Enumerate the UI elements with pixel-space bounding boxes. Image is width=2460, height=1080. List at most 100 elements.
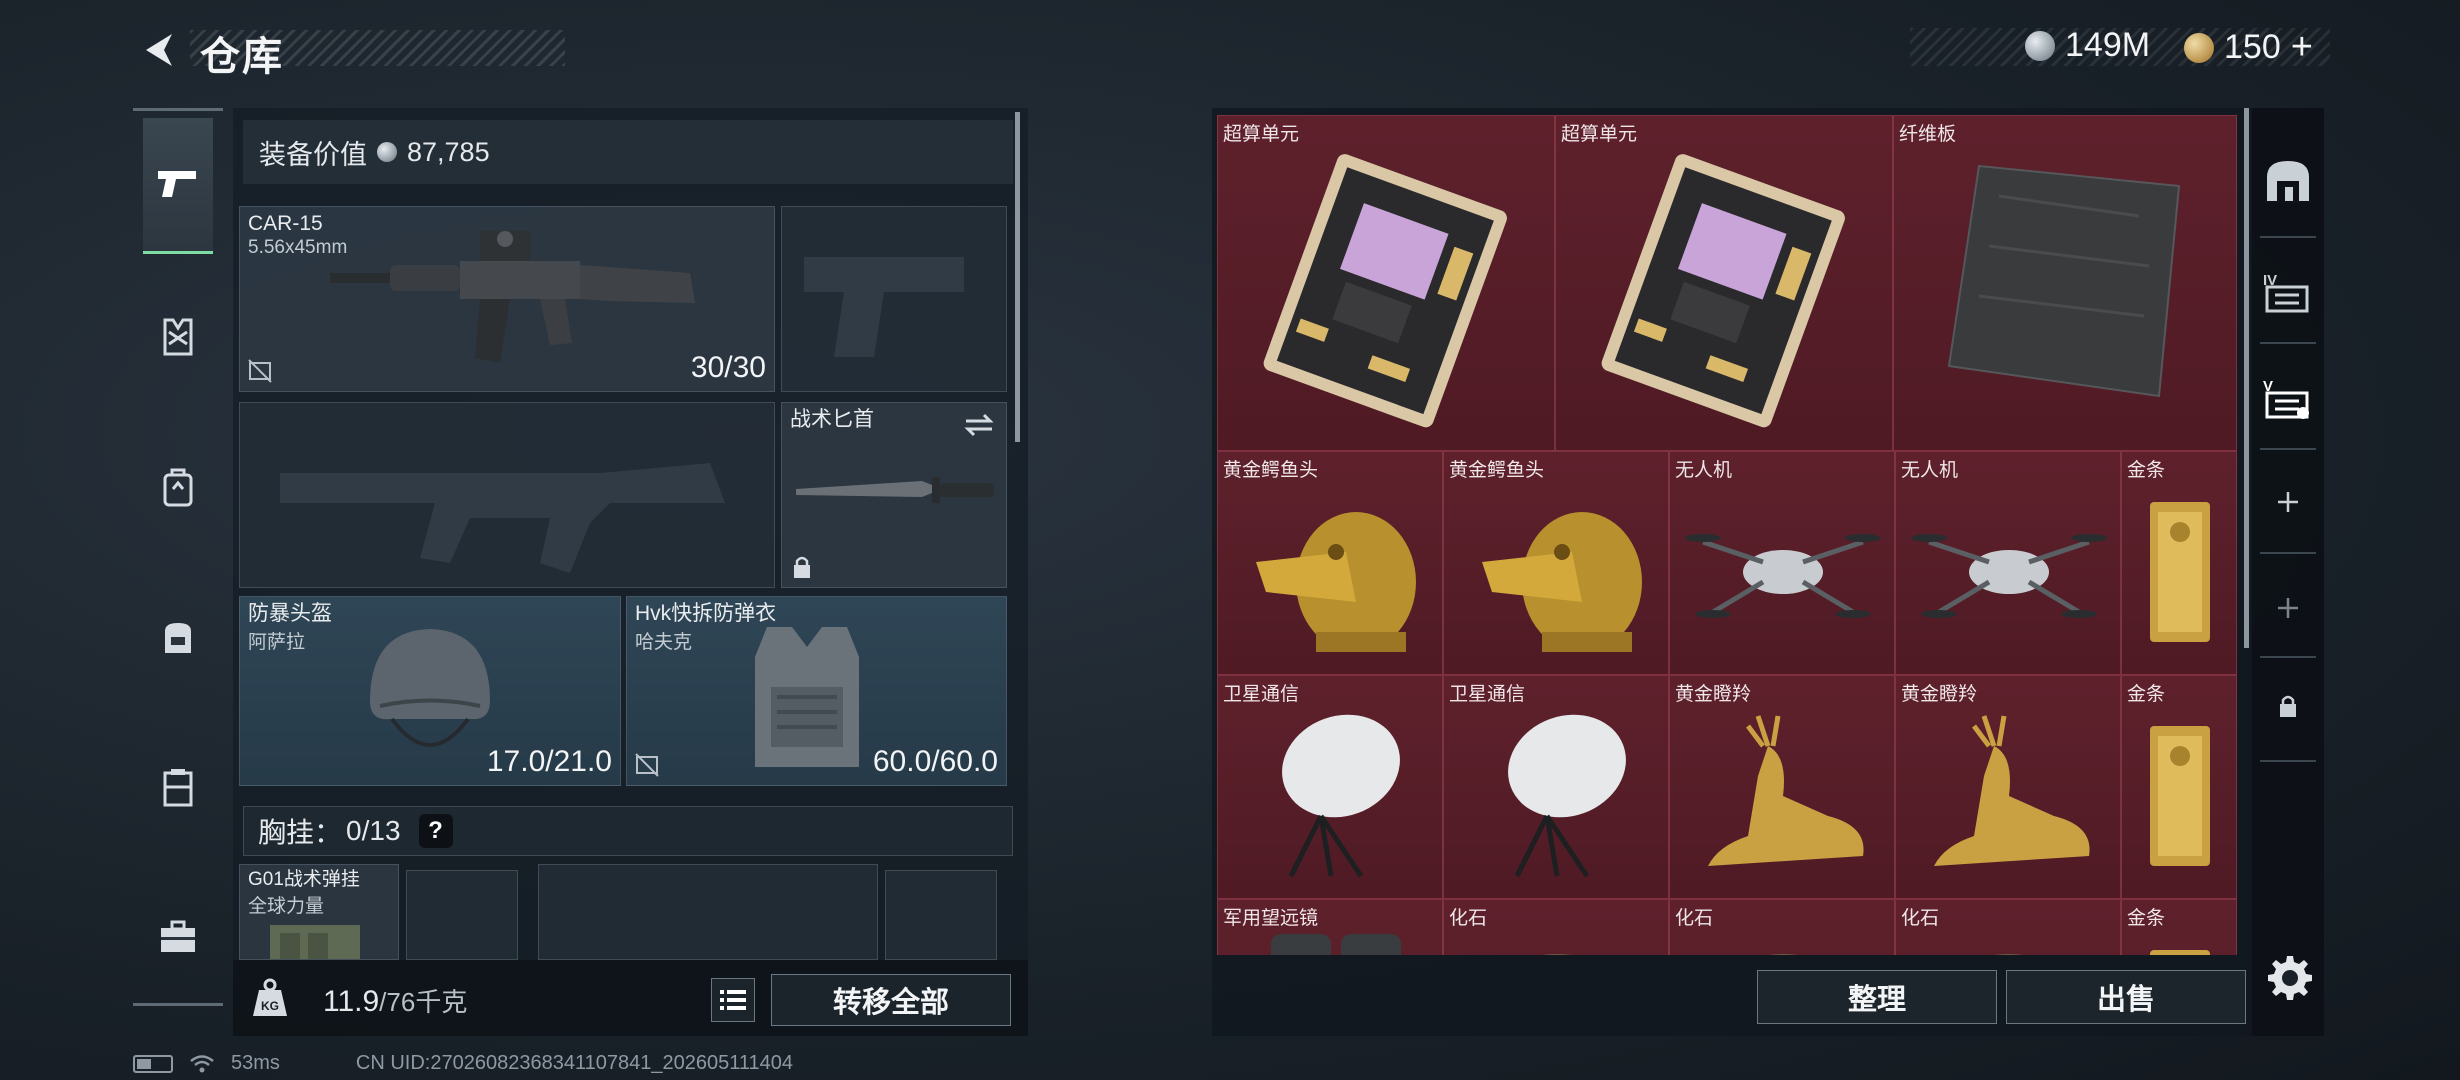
locked-stash-tab	[2256, 674, 2320, 738]
golden-gazelle-icon	[1708, 715, 1864, 866]
stash-item[interactable]: 超算单元	[1217, 115, 1555, 451]
pistol-icon	[158, 170, 196, 197]
add-stash-tab-button[interactable]	[2256, 576, 2320, 640]
stash-item[interactable]: 化石	[1895, 899, 2121, 955]
nav-case[interactable]	[145, 754, 211, 820]
rig-pocket-slot[interactable]	[406, 870, 518, 960]
rifle-icon	[330, 231, 695, 363]
battery-icon	[133, 1054, 173, 1073]
stash-item-name: 金条	[2127, 460, 2166, 481]
silver-amount: 149M	[2065, 26, 2151, 64]
organize-button[interactable]: 整理	[1757, 970, 1997, 1024]
gold-bar-icon	[2150, 502, 2210, 642]
stash-item[interactable]: 金条	[2121, 899, 2237, 955]
stash-item-name: 超算单元	[1561, 124, 1638, 145]
stash-item[interactable]: 金条	[2121, 451, 2237, 675]
plus-icon	[2278, 598, 2298, 618]
chest-rig-slot[interactable]: G01战术弹挂 全球力量	[239, 864, 399, 960]
stash-panel: 超算单元 超算单元 纤维板 黄金鳄鱼头 黄金鳄鱼头 无人机 无人机 金条 卫星通…	[1212, 108, 2324, 1036]
max-weight: /76千克	[379, 987, 468, 1017]
stash-item-name: 纤维板	[1899, 124, 1957, 145]
stash-tab-5[interactable]: V	[2256, 366, 2320, 430]
stash-item[interactable]: 化石	[1669, 899, 1895, 955]
status-bar: 53ms CN UID:27026082368341107841_2026051…	[133, 1052, 793, 1075]
stash-item-name: 化石	[1901, 908, 1940, 929]
stash-item[interactable]: 卫星通信	[1443, 675, 1669, 899]
stash-item[interactable]: 化石	[1443, 899, 1669, 955]
sidearm-slot[interactable]	[781, 206, 1007, 392]
compute-unit-icon	[1263, 154, 1507, 428]
wifi-icon	[190, 1054, 214, 1072]
stash-item[interactable]: 黄金瞪羚	[1669, 675, 1895, 899]
vest-icon	[163, 318, 193, 356]
back-button[interactable]	[130, 22, 190, 78]
stash-item[interactable]: 黄金鳄鱼头	[1217, 451, 1443, 675]
stash-item-name: 金条	[2127, 908, 2166, 929]
primary-weapon-slot[interactable]: CAR-15 5.56x45mm 30/30	[239, 206, 775, 392]
no-insurance-icon	[635, 753, 659, 777]
stash-item[interactable]: 军用望远镜	[1217, 899, 1443, 955]
stash-item[interactable]: 无人机	[1895, 451, 2121, 675]
knife-slot[interactable]: 战术匕首	[781, 402, 1007, 588]
stash-item-name: 黄金瞪羚	[1675, 684, 1752, 705]
stash-box-4-icon: IV	[2263, 272, 2309, 313]
stash-item[interactable]: 黄金鳄鱼头	[1443, 451, 1669, 675]
top-bar: 仓库 149M 150 +	[0, 0, 2460, 100]
add-currency-button[interactable]: +	[2291, 26, 2313, 69]
swap-icon[interactable]	[962, 411, 996, 439]
vault-icon	[2267, 161, 2309, 201]
sell-button[interactable]: 出售	[2006, 970, 2246, 1024]
stash-scrollbar[interactable]	[2244, 108, 2249, 648]
stash-item[interactable]: 卫星通信	[1217, 675, 1443, 899]
settings-button[interactable]	[2264, 952, 2312, 1000]
page-title: 仓库	[200, 35, 284, 79]
stash-item[interactable]: 黄金瞪羚	[1895, 675, 2121, 899]
list-view-button[interactable]	[711, 978, 755, 1022]
case-icon	[163, 769, 193, 807]
helmet-icon	[370, 629, 490, 747]
list-icon	[720, 990, 746, 1010]
golden-crocodile-head-icon	[1482, 512, 1642, 652]
stash-item[interactable]: 纤维板	[1893, 115, 2237, 451]
stash-tab-main[interactable]	[2256, 148, 2320, 212]
nav-pouch[interactable]	[145, 604, 211, 670]
transfer-all-button[interactable]: 转移全部	[771, 974, 1011, 1026]
stash-tab-4[interactable]: IV	[2256, 260, 2320, 324]
nav-toolbox[interactable]	[145, 904, 211, 970]
add-stash-tab-button[interactable]	[2256, 470, 2320, 534]
equipment-footer: KG 11.9/76千克 转移全部	[233, 960, 1028, 1036]
rig-pocket-slot[interactable]	[885, 870, 997, 960]
secondary-weapon-slot[interactable]	[239, 402, 775, 588]
help-button[interactable]: ?	[418, 814, 453, 848]
stash-item-name: 黄金瞪羚	[1901, 684, 1978, 705]
stash-item[interactable]: 超算单元	[1555, 115, 1893, 451]
back-arrow-icon	[146, 34, 172, 66]
current-weight: 11.9	[323, 985, 380, 1018]
ping-value: 53ms	[231, 1052, 280, 1074]
equipment-nav	[133, 108, 223, 1008]
helmet-slot[interactable]: 防暴头盔 阿萨拉 17.0/21.0	[239, 596, 621, 786]
nav-vest[interactable]	[145, 304, 211, 370]
equipment-scrollbar[interactable]	[1015, 112, 1020, 442]
stash-item[interactable]: 金条	[2121, 675, 2237, 899]
nav-divider	[133, 108, 223, 111]
stash-item-name: 黄金鳄鱼头	[1223, 460, 1319, 481]
compute-unit-icon	[1601, 154, 1845, 428]
gold-currency: 150 +	[2184, 26, 2313, 69]
stash-item[interactable]: 无人机	[1669, 451, 1895, 675]
gold-amount: 150	[2224, 28, 2281, 66]
silver-currency: 149M	[2025, 26, 2150, 65]
rig-pocket-slot[interactable]	[538, 864, 878, 960]
knife-name: 战术匕首	[790, 408, 874, 431]
pouch-icon	[165, 623, 191, 653]
body-armor-slot[interactable]: Hvk快拆防弹衣 哈夫克 60.0/60.0	[626, 596, 1007, 786]
rifle-silhouette-icon	[280, 463, 725, 573]
equipment-value-row: 装备价值 87,785	[243, 120, 1013, 184]
silver-coin-icon	[377, 142, 397, 162]
nav-weapon[interactable]	[143, 118, 213, 254]
carry-weight: 11.9/76千克	[323, 982, 467, 1019]
stash-item-name: 无人机	[1675, 460, 1733, 481]
stash-item-name: 黄金鳄鱼头	[1449, 460, 1545, 481]
drone-icon	[1911, 534, 2107, 618]
nav-backpack[interactable]	[145, 454, 211, 520]
